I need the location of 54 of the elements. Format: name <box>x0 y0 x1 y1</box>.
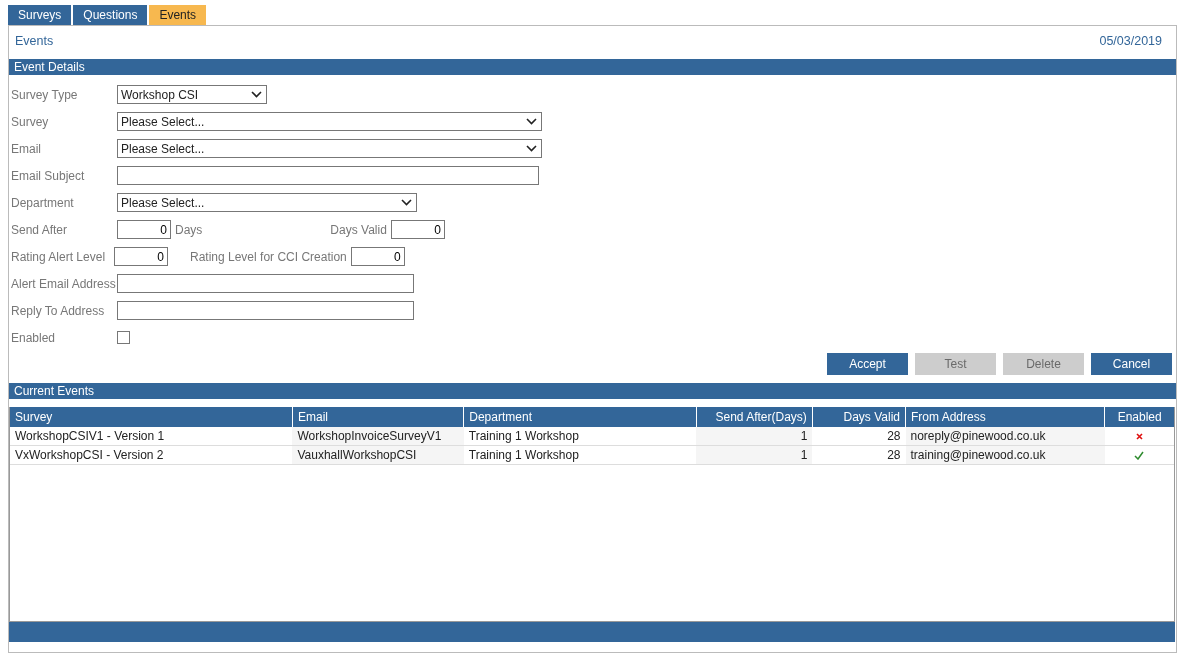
table-cell: Training 1 Workshop <box>463 427 697 446</box>
input-field[interactable] <box>117 301 414 320</box>
chevron-down-icon <box>401 199 412 206</box>
dropdown[interactable]: Please Select... <box>117 139 542 158</box>
field-label: Rating Level for CCI Creation <box>190 248 347 266</box>
input-field[interactable] <box>117 274 414 293</box>
field-label: Email Subject <box>11 167 86 185</box>
action-button[interactable]: Cancel <box>1091 353 1172 375</box>
checkbox[interactable] <box>117 331 130 344</box>
input-field[interactable] <box>117 166 539 185</box>
field-label: Alert Email Address <box>11 275 117 293</box>
action-button[interactable]: Accept <box>827 353 908 375</box>
table-cell: 28 <box>812 427 906 446</box>
column-header: Survey <box>10 407 293 427</box>
table-cell: WorkshopInvoiceSurveyV1 <box>292 427 464 446</box>
table-cell: WorkshopCSIV1 - Version 1 <box>10 427 293 446</box>
field-label: Survey Type <box>11 86 79 104</box>
field-label: Department <box>11 194 75 212</box>
tab[interactable]: Questions <box>73 5 148 25</box>
table-cell: VxWorkshopCSI - Version 2 <box>10 445 293 465</box>
field-label: Reply To Address <box>11 302 106 320</box>
tab[interactable]: Surveys <box>8 5 72 25</box>
table-cell: 28 <box>812 445 906 465</box>
field-label: Rating Alert Level <box>11 248 107 266</box>
column-header: From Address <box>905 407 1105 427</box>
column-header: Department <box>463 407 697 427</box>
dropdown[interactable]: Please Select... <box>117 112 542 131</box>
tab[interactable]: Events <box>149 5 207 25</box>
chevron-down-icon <box>526 118 537 125</box>
dropdown[interactable]: Please Select... <box>117 193 417 212</box>
date-label: 05/03/2019 <box>1099 33 1162 50</box>
field-label: Days Valid <box>330 221 387 239</box>
table-cell: Training 1 Workshop <box>463 445 697 465</box>
chevron-down-icon <box>251 91 262 98</box>
number-field[interactable]: 0 <box>117 220 171 239</box>
field-label: Send After <box>11 221 69 239</box>
column-header: Days Valid <box>812 407 906 427</box>
table-cell: noreply@pinewood.co.uk <box>905 427 1105 446</box>
field-label: Enabled <box>11 329 57 347</box>
field-label: Survey <box>11 113 50 131</box>
field-label: Email <box>11 140 42 158</box>
column-header: Email <box>292 407 464 427</box>
column-header: Enabled <box>1104 407 1174 427</box>
page-title: Events <box>15 33 54 50</box>
section-header: Current Events <box>9 383 1176 399</box>
unit-label: Days <box>175 221 203 239</box>
column-header: Send After(Days) <box>696 407 813 427</box>
dropdown[interactable]: Workshop CSI <box>117 85 267 104</box>
number-field[interactable]: 0 <box>350 247 405 266</box>
number-field[interactable]: 0 <box>114 247 168 266</box>
section-header: Event Details <box>9 59 1176 75</box>
number-field[interactable]: 0 <box>390 220 445 239</box>
chevron-down-icon <box>526 145 537 152</box>
table-cell: 1 <box>696 427 813 446</box>
